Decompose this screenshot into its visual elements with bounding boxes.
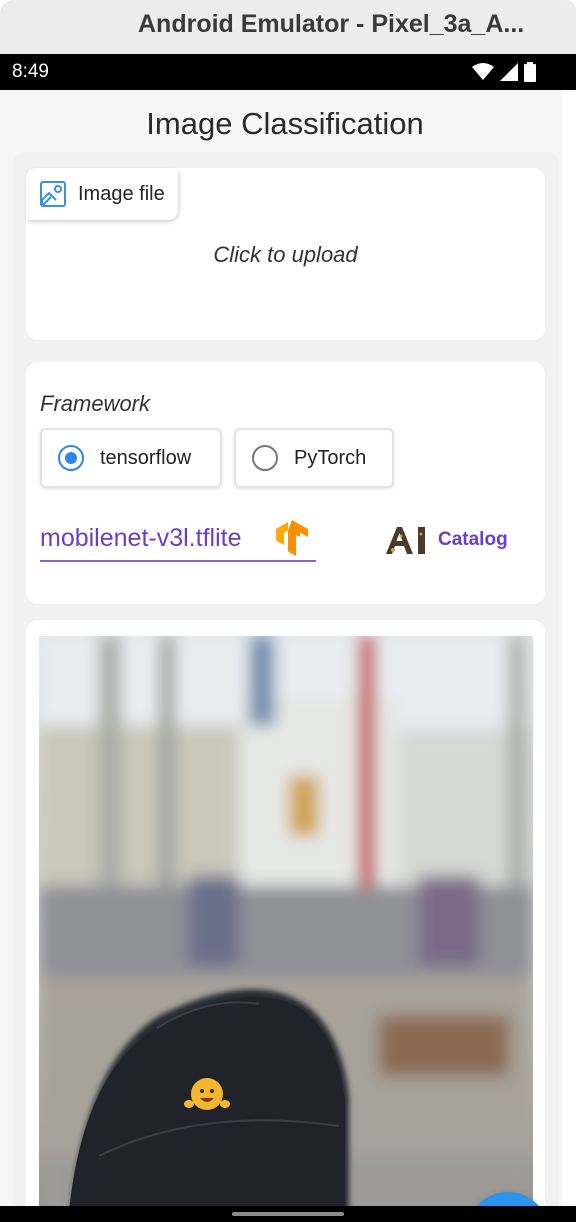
image-icon (38, 179, 68, 209)
status-icons (472, 62, 536, 82)
image-file-label: Image file (78, 182, 165, 205)
app-screen: Image Classification Image file Click to… (0, 90, 562, 1210)
radio-pytorch-label: PyTorch (294, 446, 367, 469)
window-title: Android Emulator - Pixel_3a_A... (138, 10, 525, 38)
ai-logo-icon (384, 524, 430, 556)
framework-card: Framework tensorflow PyTorch mobilenet-v… (26, 362, 545, 604)
navigation-bar (0, 1206, 576, 1222)
signal-icon (500, 63, 518, 81)
radio-pytorch[interactable]: PyTorch (234, 428, 394, 488)
model-select-field[interactable]: mobilenet-v3l.tflite (40, 518, 316, 562)
image-file-chip: Image file (26, 168, 178, 220)
status-time: 8:49 (12, 61, 49, 82)
image-upload-area[interactable]: Image file Click to upload (26, 168, 545, 340)
framework-label: Framework (40, 391, 151, 416)
home-gesture-handle[interactable] (232, 1212, 344, 1216)
model-value: mobilenet-v3l.tflite (40, 524, 242, 552)
tensorflow-logo-icon (272, 518, 312, 563)
image-preview-card (26, 620, 545, 1210)
upload-hint: Click to upload (213, 242, 358, 267)
wifi-icon (472, 63, 494, 81)
radio-selected-icon (58, 445, 84, 471)
radio-unselected-icon (252, 445, 278, 471)
window-titlebar: Android Emulator - Pixel_3a_A... (0, 0, 576, 54)
status-bar: 8:49 (0, 54, 576, 90)
radio-tensorflow[interactable]: tensorflow (40, 428, 222, 488)
catalog-label: Catalog (438, 529, 508, 550)
catalog-button[interactable]: Catalog (384, 522, 508, 558)
page-title: Image Classification (146, 106, 424, 141)
uploaded-photo (39, 636, 533, 1210)
window-edge (562, 90, 576, 1206)
battery-icon (524, 62, 536, 82)
radio-tensorflow-label: tensorflow (100, 446, 192, 469)
emulator-window: Android Emulator - Pixel_3a_A... 8:49 Im… (0, 0, 576, 1222)
